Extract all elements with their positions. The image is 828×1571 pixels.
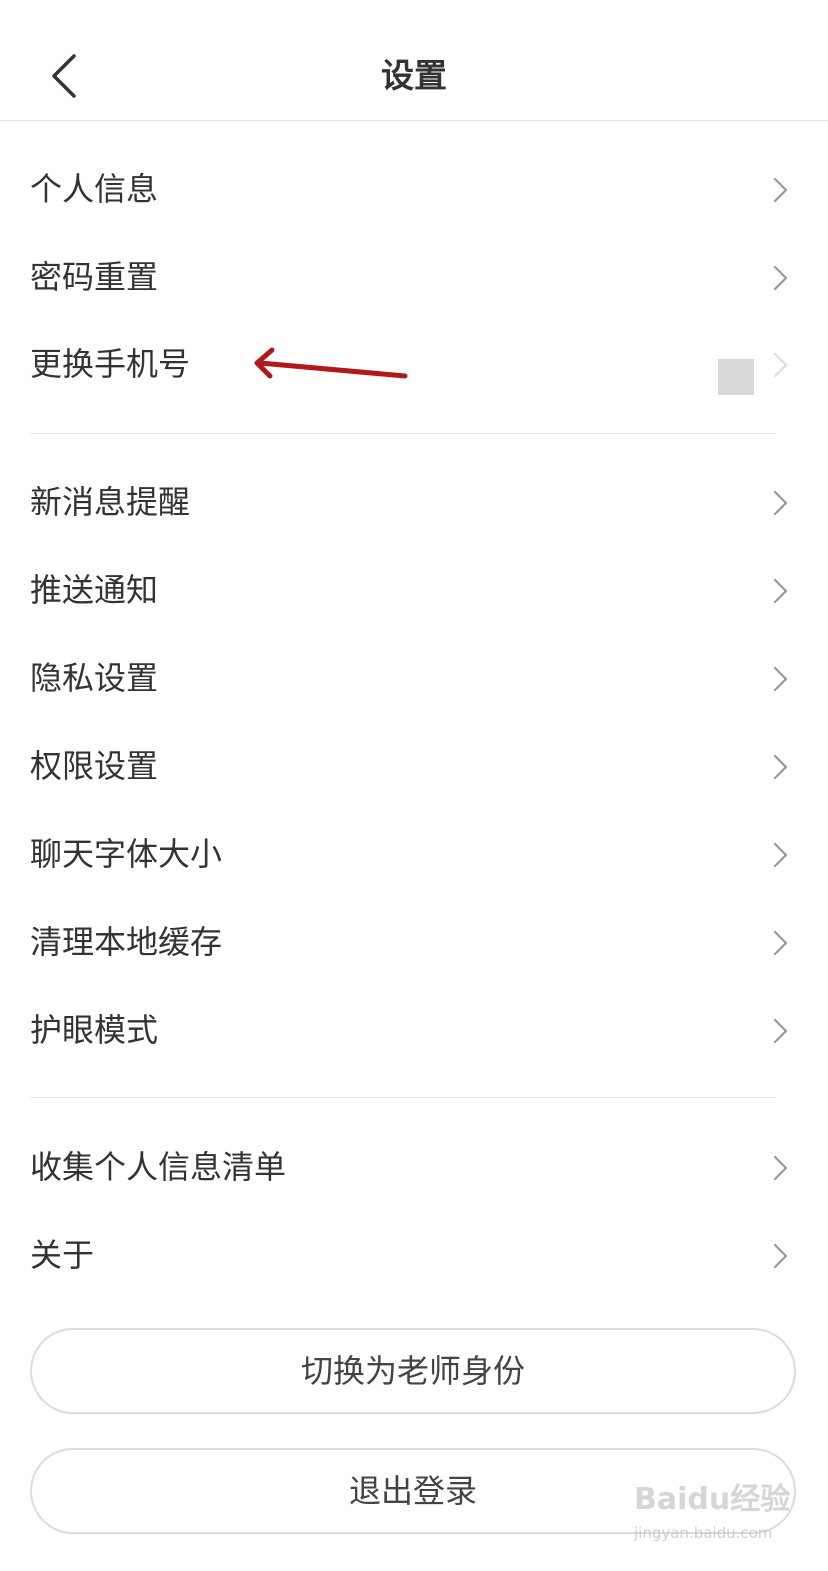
settings-item-label: 清理本地缓存 xyxy=(30,923,223,961)
settings-item-permissions[interactable]: 权限设置 xyxy=(0,722,828,810)
settings-item-clear-cache[interactable]: 清理本地缓存 xyxy=(0,898,828,986)
settings-item-personal-info-list[interactable]: 收集个人信息清单 xyxy=(0,1123,828,1211)
settings-item-change-phone[interactable]: 更换手机号 xyxy=(0,320,828,408)
settings-item-label: 隐私设置 xyxy=(30,659,159,697)
settings-item-label: 新消息提醒 xyxy=(30,483,191,521)
settings-item-label: 更换手机号 xyxy=(30,345,191,383)
watermark-logo: Baidu经验 xyxy=(634,1482,791,1517)
chevron-right-icon xyxy=(772,1155,788,1181)
chevron-right-icon xyxy=(772,1243,788,1269)
settings-item-label: 护眼模式 xyxy=(30,1011,159,1049)
settings-item-chat-font-size[interactable]: 聊天字体大小 xyxy=(0,810,828,898)
switch-to-teacher-button[interactable]: 切换为老师身份 xyxy=(30,1328,796,1414)
settings-item-label: 个人信息 xyxy=(30,170,159,208)
chevron-right-icon xyxy=(772,177,788,203)
annotation-arrow xyxy=(248,344,413,384)
settings-item-eye-care[interactable]: 护眼模式 xyxy=(0,986,828,1074)
chevron-right-icon xyxy=(772,666,788,692)
settings-item-about[interactable]: 关于 xyxy=(0,1211,828,1299)
settings-item-push-notification[interactable]: 推送通知 xyxy=(0,546,828,634)
chevron-right-icon xyxy=(772,265,788,291)
chevron-right-icon xyxy=(772,930,788,956)
settings-item-personal-info[interactable]: 个人信息 xyxy=(0,145,828,233)
settings-item-label: 权限设置 xyxy=(30,747,159,785)
chevron-right-icon xyxy=(772,754,788,780)
chevron-right-icon xyxy=(772,352,788,378)
settings-item-privacy[interactable]: 隐私设置 xyxy=(0,634,828,722)
chevron-right-icon xyxy=(772,842,788,868)
section-divider xyxy=(30,433,776,434)
settings-item-label: 推送通知 xyxy=(30,571,159,609)
settings-item-label: 聊天字体大小 xyxy=(30,835,223,873)
redaction-square xyxy=(718,359,754,395)
settings-item-label: 密码重置 xyxy=(30,258,159,296)
chevron-right-icon xyxy=(772,490,788,516)
settings-item-password-reset[interactable]: 密码重置 xyxy=(0,233,828,321)
settings-item-label: 收集个人信息清单 xyxy=(30,1148,287,1186)
chevron-right-icon xyxy=(772,578,788,604)
settings-item-label: 关于 xyxy=(30,1236,95,1274)
nav-header: 设置 xyxy=(0,0,828,121)
watermark-url: jingyan.baidu.com xyxy=(634,1524,773,1542)
section-divider xyxy=(30,1097,776,1098)
chevron-right-icon xyxy=(772,1018,788,1044)
page-title: 设置 xyxy=(381,56,447,95)
settings-item-new-message-alert[interactable]: 新消息提醒 xyxy=(0,458,828,546)
baidu-watermark: Baidu经验 jingyan.baidu.com xyxy=(630,1476,810,1556)
